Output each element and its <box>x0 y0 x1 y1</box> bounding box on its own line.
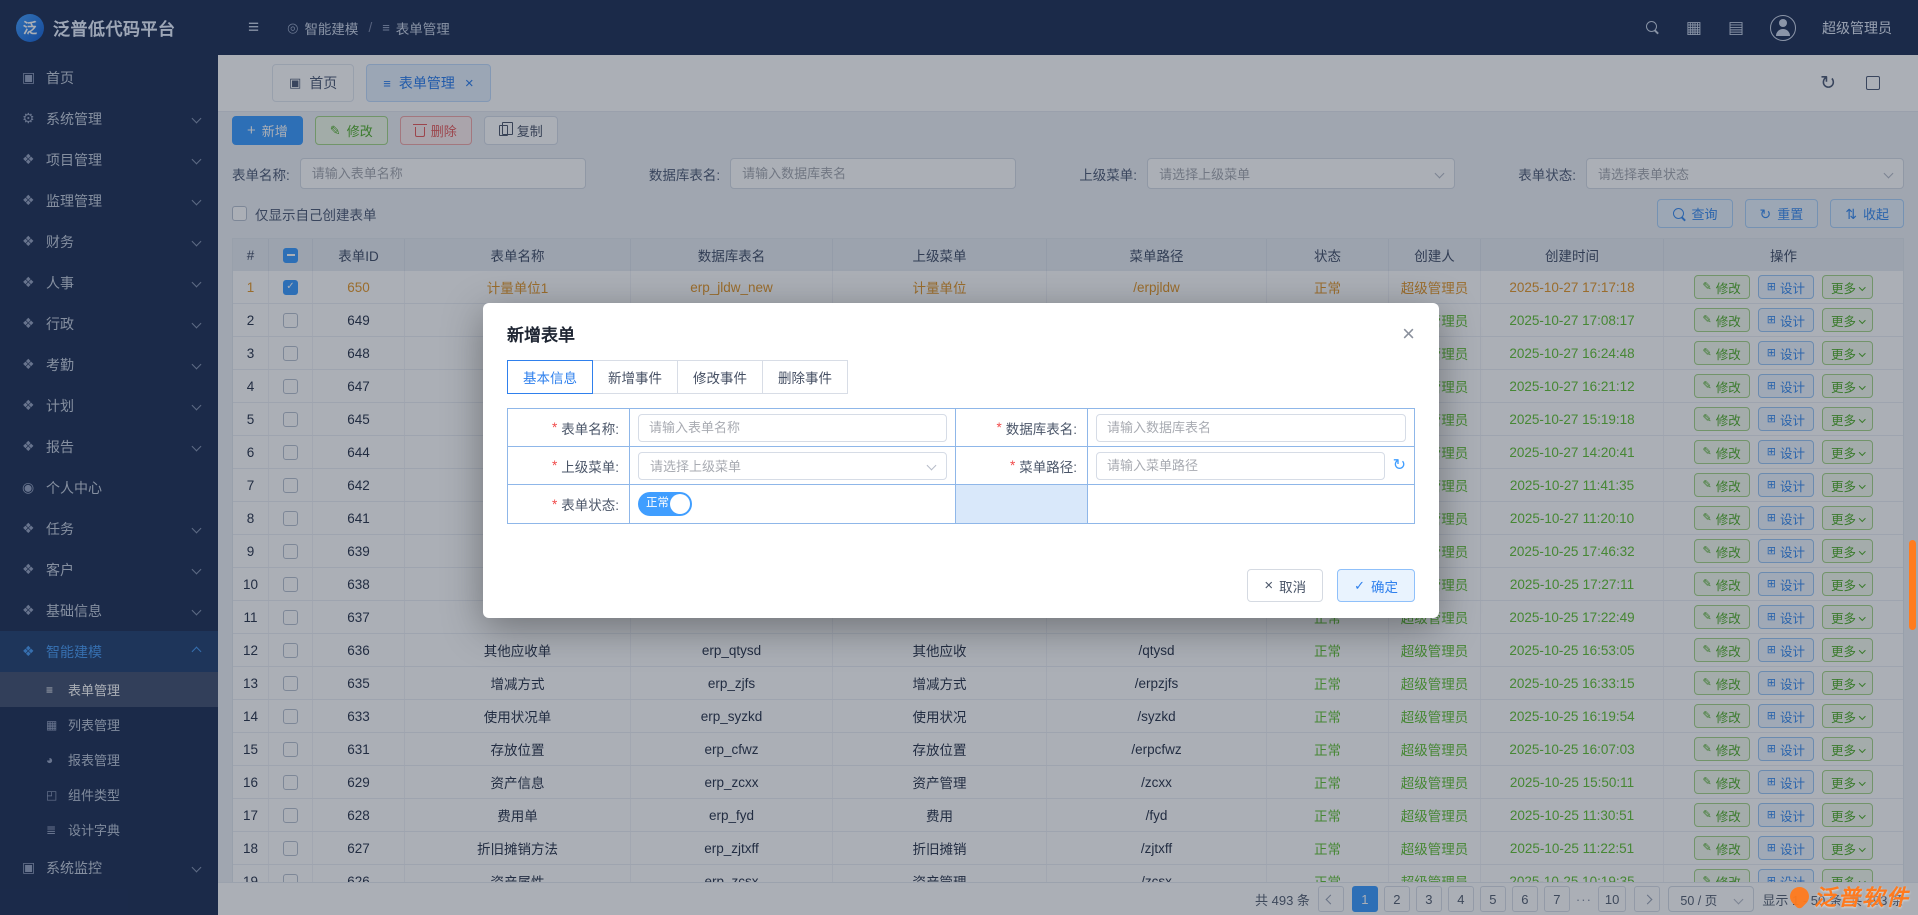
required-asterisk: * <box>552 497 557 512</box>
form-name-field <box>630 409 956 447</box>
required-asterisk: * <box>552 420 557 435</box>
menu-path-input[interactable] <box>1096 452 1385 480</box>
toggle-label: 正常 <box>646 498 669 510</box>
db-table-field <box>1088 409 1414 447</box>
modal-tab-basic-info[interactable]: 基本信息 <box>507 360 593 394</box>
confirm-button[interactable]: ✓ 确定 <box>1337 569 1415 602</box>
parent-menu-field-label: * 上级菜单: <box>508 447 630 485</box>
modal-title: 新增表单 <box>507 321 575 346</box>
modal-tabs: 基本信息新增事件修改事件删除事件 <box>507 360 1415 394</box>
close-icon[interactable]: × <box>1402 323 1415 345</box>
refresh-path-icon[interactable]: ↻ <box>1393 458 1406 474</box>
modal-tab-delete-event[interactable]: 删除事件 <box>762 360 848 394</box>
form-status-toggle[interactable]: 正常 <box>638 492 692 516</box>
confirm-button-label: 确定 <box>1371 576 1398 596</box>
modal-footer: × 取消 ✓ 确定 <box>1247 569 1415 602</box>
modal-form: * 表单名称: * 数据库表名: * 上级菜单: 请选择上级菜单 * 菜单路径: ↻ *… <box>507 408 1415 524</box>
required-asterisk: * <box>552 458 557 473</box>
required-asterisk: * <box>996 420 1001 435</box>
form-name-field-label: * 表单名称: <box>508 409 630 447</box>
form-status-field: 正常 <box>630 485 956 523</box>
close-icon: × <box>1264 578 1273 593</box>
form-name-input[interactable] <box>638 414 947 442</box>
check-icon: ✓ <box>1354 579 1365 592</box>
add-form-modal: 新增表单 × 基本信息新增事件修改事件删除事件 * 表单名称: * 数据库表名: *… <box>483 303 1439 618</box>
menu-path-field: ↻ <box>1088 447 1414 485</box>
field-label-text: 表单状态: <box>561 494 619 514</box>
empty-label-cell <box>956 485 1088 523</box>
app-window: 泛 泛普低代码平台 ≡ ◎智能建模/≡表单管理 ▦ ▤ 超级管理员 ▣首页⚙系统… <box>0 0 1918 915</box>
scrollbar-thumb[interactable] <box>1909 540 1916 630</box>
field-label-text: 数据库表名: <box>1006 418 1077 438</box>
db-table-field-label: * 数据库表名: <box>956 409 1088 447</box>
field-label-text: 上级菜单: <box>561 456 619 476</box>
cancel-button[interactable]: × 取消 <box>1247 569 1323 602</box>
required-asterisk: * <box>1010 458 1015 473</box>
cancel-button-label: 取消 <box>1279 576 1306 596</box>
modal-header: 新增表单 × <box>483 303 1439 356</box>
field-label-text: 菜单路径: <box>1019 456 1077 476</box>
menu-path-field-label: * 菜单路径: <box>956 447 1088 485</box>
parent-menu-field: 请选择上级菜单 <box>630 447 956 485</box>
modal-tab-edit-event[interactable]: 修改事件 <box>677 360 763 394</box>
parent-menu-select[interactable]: 请选择上级菜单 <box>638 452 947 480</box>
modal-tab-add-event[interactable]: 新增事件 <box>592 360 678 394</box>
field-label-text: 表单名称: <box>561 418 619 438</box>
parent-menu-placeholder: 请选择上级菜单 <box>650 456 741 475</box>
chevron-down-icon <box>927 461 937 471</box>
form-status-field-label: * 表单状态: <box>508 485 630 523</box>
db-table-input[interactable] <box>1096 414 1406 442</box>
empty-field-cell <box>1088 485 1414 523</box>
